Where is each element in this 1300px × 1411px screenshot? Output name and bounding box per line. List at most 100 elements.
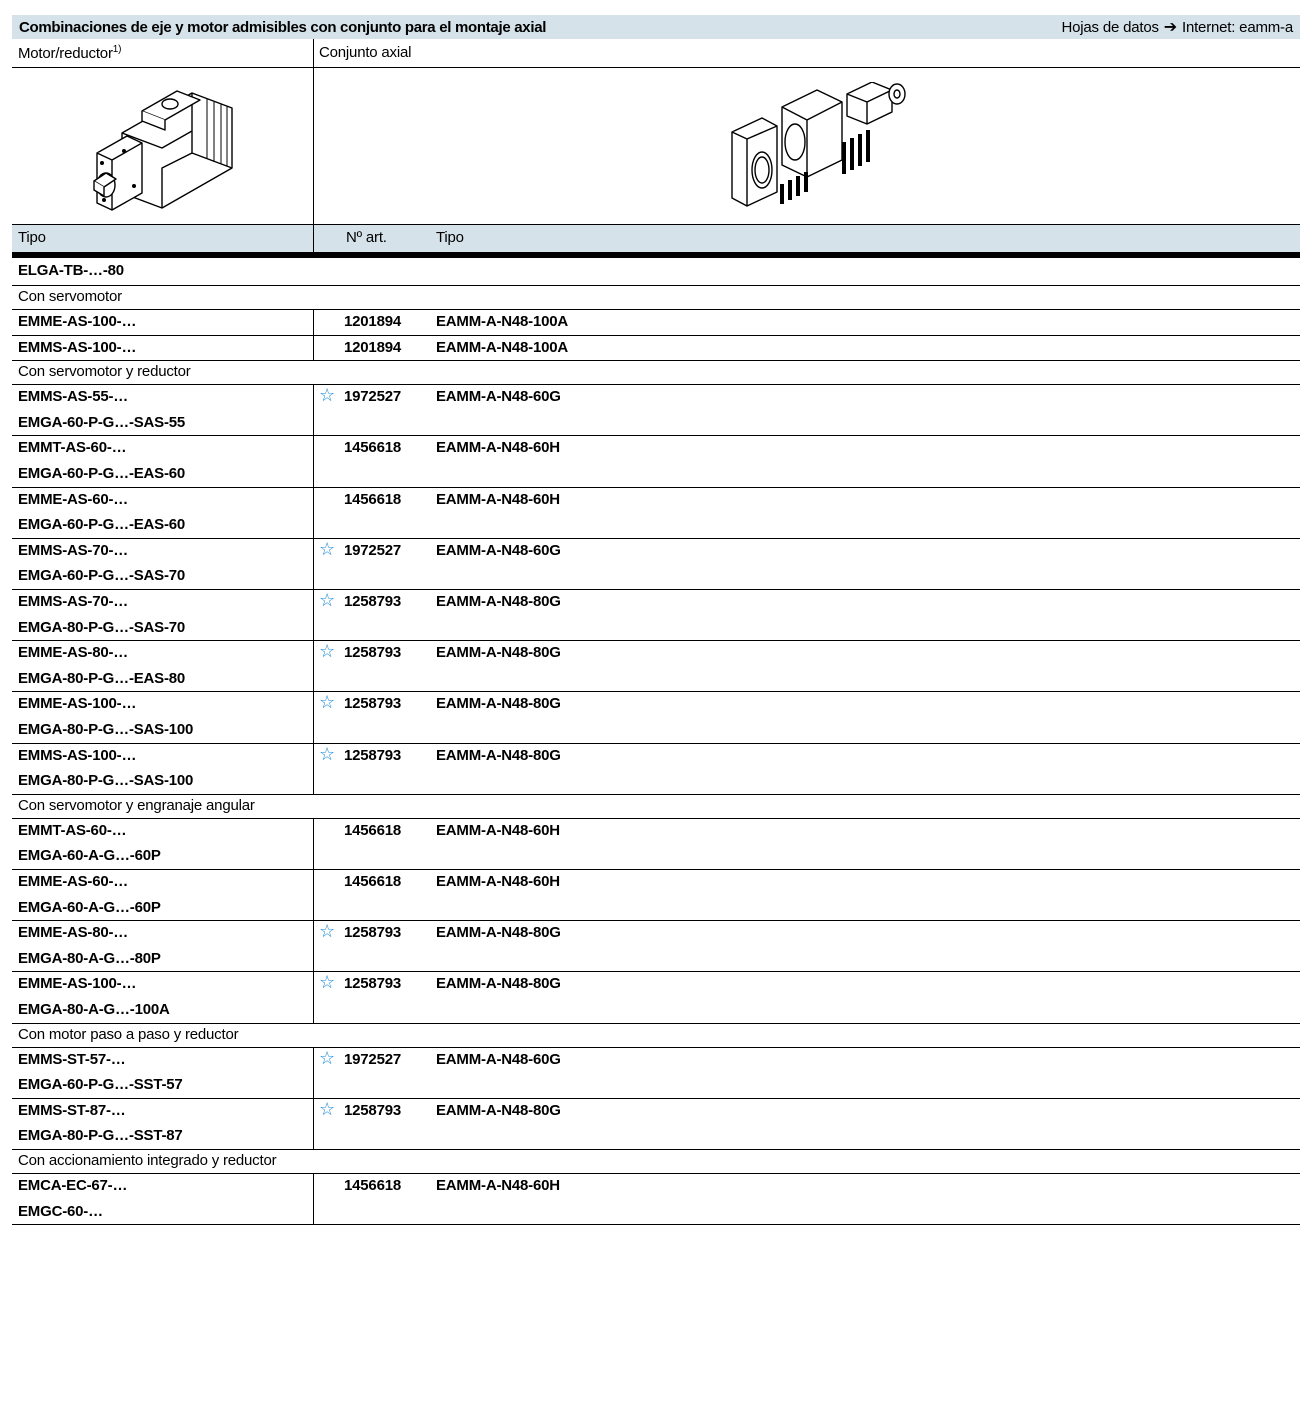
kit-type: EAMM-A-N48-80G [436,695,561,713]
table-row [12,1047,1300,1098]
section-label: Con servomotor y engranaje angular [18,796,255,814]
kit-column-header: Conjunto axial [319,44,412,61]
kit-type: EAMM-A-N48-60G [436,1050,561,1068]
kit-type-header: Tipo [436,229,464,246]
motor-type: EMGA-60-A-G…-60P [18,847,161,865]
product-images-row [12,68,1300,225]
column-divider [313,1097,314,1149]
part-number: 1258793 [344,924,401,942]
axis-type: ELGA-TB-…-80 [18,262,124,279]
part-number: 1972527 [344,541,401,559]
column-divider [313,334,314,361]
kit-type: EAMM-A-N48-60H [436,490,560,508]
motor-type: EMGA-60-P-G…-EAS-60 [18,465,186,482]
motor-type: EMME-AS-100-… [18,313,137,330]
column-divider [313,869,314,921]
column-divider [313,1046,314,1098]
part-number: 1456618 [344,873,401,890]
motor-type: EMGA-60-P-G…-SAS-55 [18,413,186,431]
section-label: Con servomotor y reductor [18,363,191,381]
star-icon: ☆ [319,972,336,993]
table-row [12,818,1300,869]
part-number: 1201894 [344,338,401,356]
servomotor-image [93,90,233,211]
row-separator [12,285,1300,286]
motor-type: EMMS-AS-100-… [18,338,137,356]
column-divider [313,971,314,1023]
column-divider [313,486,314,538]
kit-type: EAMM-A-N48-60H [436,873,560,890]
row-separator [12,793,1300,795]
part-number: 1258793 [344,695,401,713]
motor-type: EMMS-AS-100-… [18,746,137,764]
part-number: 1258793 [344,1101,401,1119]
table-row [12,538,1300,589]
motor-type: EMGA-80-A-G…-100A [18,1001,170,1018]
axial-kit-image [731,82,906,207]
row-separator [12,1149,1300,1150]
kit-type: EAMM-A-N48-80G [436,746,561,764]
motor-type-header: Tipo [18,229,46,246]
table-row [12,435,1300,486]
star-icon: ☆ [319,921,336,942]
kit-type: EAMM-A-N48-60G [436,541,561,559]
star-icon: ☆ [319,641,336,662]
datasheet-link[interactable]: Internet: eamm-a [1182,19,1293,36]
motor-type: EMMS-AS-70-… [18,541,129,559]
kit-type: EAMM-A-N48-100A [436,338,569,356]
motor-type: EMCA-EC-67-… [18,1177,128,1194]
motor-type: EMGA-60-P-G…-EAS-60 [18,516,186,534]
column-divider [313,920,314,972]
kit-type: EAMM-A-N48-80G [436,644,561,662]
table-row [12,743,1300,794]
motor-type: EMME-AS-100-… [18,975,137,993]
section-label: Con accionamiento integrado y reductor [18,1152,277,1169]
table-title: Combinaciones de eje y motor admisibles … [19,18,547,36]
motor-type: EMMS-AS-70-… [18,593,129,610]
motor-type: EMMS-ST-57-… [18,1050,126,1068]
kit-type: EAMM-A-N48-80G [436,975,561,993]
table-row [12,335,1300,361]
part-number: 1201894 [344,313,401,330]
table-row [12,589,1300,640]
star-icon: ☆ [319,385,336,406]
section-label: Con servomotor [18,288,122,305]
motor-type: EMMS-ST-87-… [18,1101,126,1119]
motor-type: EMMT-AS-60-… [18,821,127,839]
kit-type: EAMM-A-N48-80G [436,1101,561,1119]
part-number: 1258793 [344,975,401,993]
part-number: 1972527 [344,1050,401,1068]
motor-type: EMGA-60-P-G…-SST-57 [18,1076,183,1094]
datasheet-label: Hojas de datos [1061,18,1159,36]
star-icon: ☆ [319,743,336,764]
star-icon: ☆ [319,538,336,559]
part-number: 1456618 [344,821,401,839]
kit-type: EAMM-A-N48-80G [436,593,561,610]
column-divider [313,39,314,252]
table-row [12,1098,1300,1149]
part-number: 1456618 [344,439,401,457]
column-divider [313,742,314,794]
motor-type: EMME-AS-80-… [18,924,129,942]
motor-type: EMME-AS-80-… [18,644,129,662]
table-row [12,691,1300,742]
part-number-header: Nº art. [346,229,387,246]
motor-type: EMMS-AS-55-… [18,388,129,406]
kit-type: EAMM-A-N48-60H [436,1177,560,1194]
motor-type: EMGA-80-P-G…-SST-87 [18,1127,183,1145]
datasheet-reference: Hojas de datos ➔ Internet: eamm-a [1062,17,1294,37]
motor-type: EMGA-80-A-G…-80P [18,949,161,967]
star-icon: ☆ [319,1098,336,1119]
motor-type: EMGA-60-A-G…-60P [18,898,161,916]
motor-type: EMME-AS-60-… [18,490,129,508]
motor-type: EMGA-80-P-G…-SAS-100 [18,721,194,738]
kit-type: EAMM-A-N48-60G [436,388,561,406]
table-row [12,920,1300,971]
column-divider [313,435,314,487]
motor-type: EMME-AS-60-… [18,873,129,890]
arrow-right-icon: ➔ [1163,19,1177,36]
part-number: 1258793 [344,644,401,662]
column-divider [313,1173,314,1225]
kit-type: EAMM-A-N48-100A [436,313,569,330]
column-divider [313,537,314,589]
